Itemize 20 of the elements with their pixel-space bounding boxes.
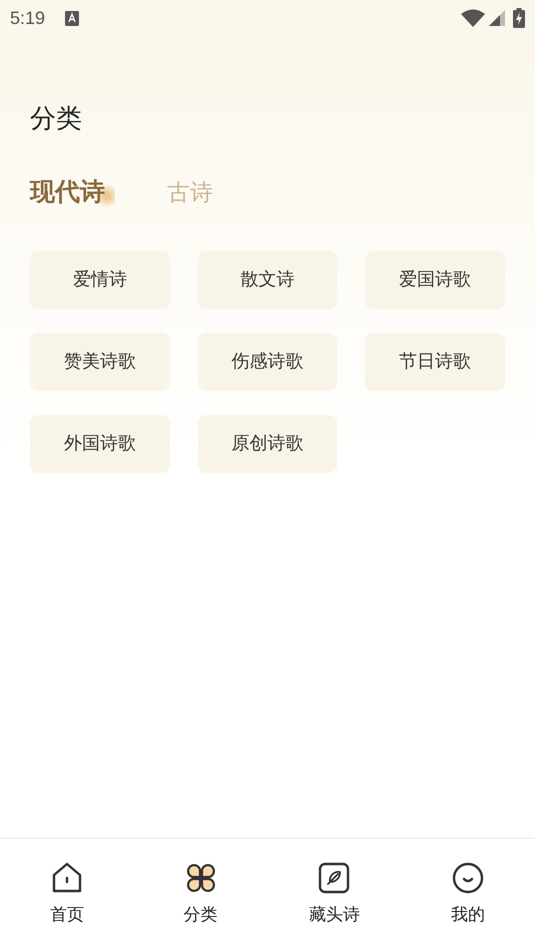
status-time: 5:19 <box>10 6 46 30</box>
nav-tab[interactable]: 分类 <box>134 839 268 952</box>
page-title: 分类 <box>30 103 83 136</box>
keyboard-icon <box>65 10 80 26</box>
smile-icon <box>451 861 486 895</box>
category-button[interactable]: 原创诗歌 <box>198 414 338 472</box>
signal-icon <box>489 10 505 26</box>
category-button[interactable]: 赞美诗歌 <box>30 332 170 390</box>
wifi-icon <box>461 9 485 27</box>
nav-tab[interactable]: 藏头诗 <box>268 839 402 952</box>
category-button[interactable]: 外国诗歌 <box>30 414 170 472</box>
category-button[interactable]: 爱情诗 <box>30 250 170 308</box>
feather-icon <box>317 861 352 895</box>
category-button[interactable]: 节日诗歌 <box>365 332 505 390</box>
category-button[interactable]: 爱国诗歌 <box>365 250 505 308</box>
category-button[interactable]: 伤感诗歌 <box>198 332 338 390</box>
battery-icon <box>513 8 525 28</box>
category-button[interactable]: 散文诗 <box>198 250 338 308</box>
nav-tab[interactable]: 我的 <box>401 839 535 952</box>
nav-tab[interactable]: 首页 <box>0 839 134 952</box>
